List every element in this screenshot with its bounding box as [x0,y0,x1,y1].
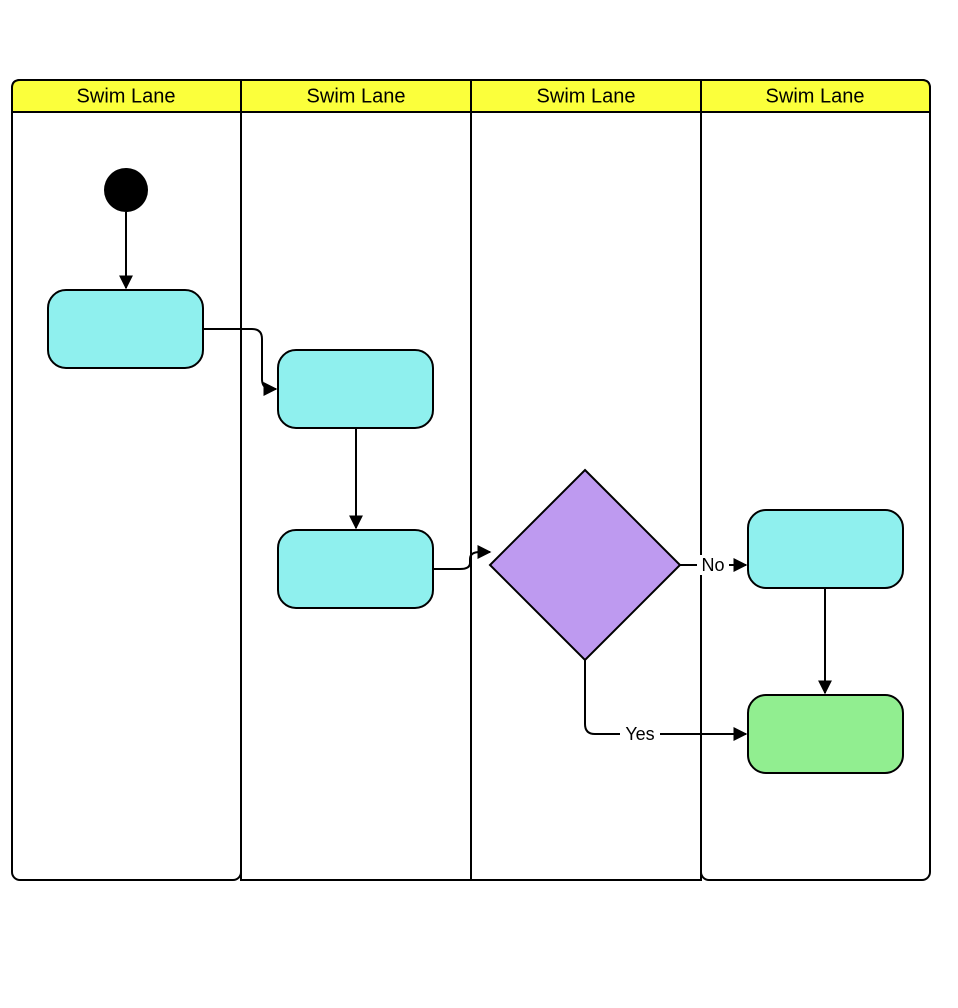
lane-1-label: Swim Lane [77,85,176,107]
swimlane-diagram: Swim Lane Swim Lane Swim Lane Swim Lane … [0,0,958,1008]
end-activity [748,695,903,773]
lane-3-label: Swim Lane [537,85,636,107]
activity-2 [278,350,433,428]
lane-4-label: Swim Lane [766,85,865,107]
lane-2-label: Swim Lane [307,85,406,107]
activity-4 [748,510,903,588]
activity-3 [278,530,433,608]
start-node [104,168,148,212]
edge-yes-label: Yes [625,724,654,744]
activity-1 [48,290,203,368]
edge-no-label: No [701,555,724,575]
